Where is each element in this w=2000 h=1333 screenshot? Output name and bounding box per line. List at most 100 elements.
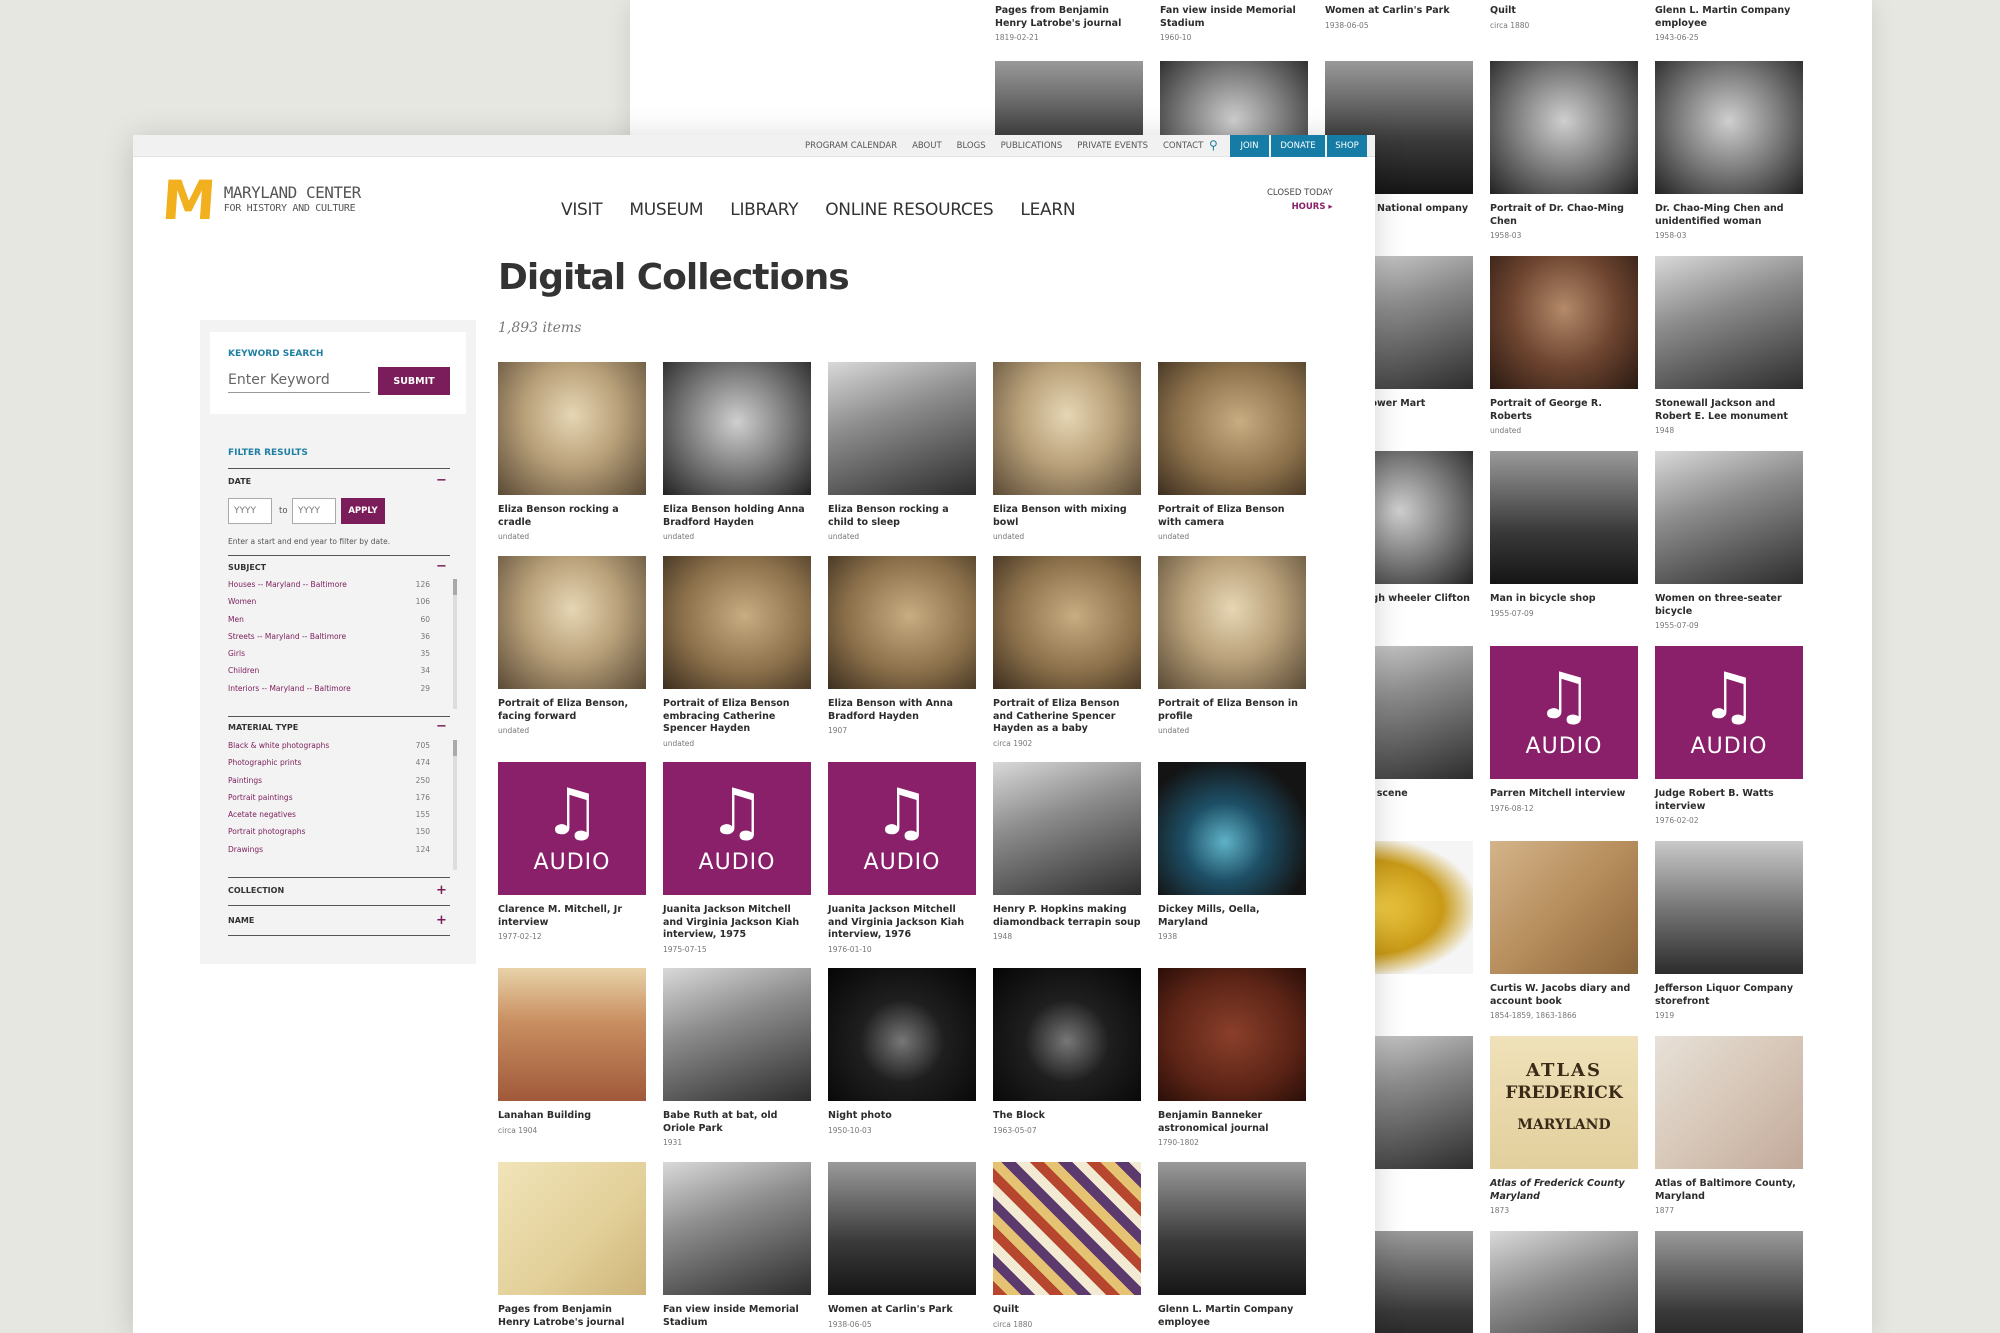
collection-item[interactable]: Babe Ruth at bat, old Oriole Park 1931 [663, 968, 811, 1147]
audio-thumbnail[interactable]: ♫ AUDIO [663, 762, 811, 895]
collection-item[interactable]: ♫ AUDIO Parren Mitchell interview 1976-0… [1490, 646, 1638, 813]
item-thumbnail[interactable] [828, 1162, 976, 1295]
collection-item[interactable]: Jefferson Liquor Company storefront 1919 [1655, 841, 1803, 1020]
item-title[interactable]: Quilt [993, 1304, 1141, 1317]
item-title[interactable]: Quilt [1490, 5, 1638, 18]
hours-link[interactable]: HOURS ▸ [1267, 202, 1333, 212]
collection-item[interactable]: Eliza Benson rocking a child to sleep un… [828, 362, 976, 541]
collection-item[interactable]: ♫ AUDIO Judge Robert B. Watts interview … [1655, 646, 1803, 825]
audio-thumbnail[interactable]: ♫ AUDIO [498, 762, 646, 895]
item-title[interactable]: Fan view inside Memorial Stadium [663, 1304, 811, 1329]
collection-item[interactable]: Eliza Benson holding Anna Bradford Hayde… [663, 362, 811, 541]
search-icon[interactable]: ⚲ [1209, 138, 1218, 152]
item-title[interactable]: Portrait of George R. Roberts [1490, 398, 1638, 423]
item-title[interactable]: Portrait of Eliza Benson and Catherine S… [993, 698, 1141, 736]
collection-item[interactable]: Portrait of Eliza Benson with camera und… [1158, 362, 1306, 541]
item-thumbnail[interactable] [1490, 451, 1638, 584]
nav-blogs[interactable]: BLOGS [957, 141, 986, 151]
item-title[interactable]: Portrait of Eliza Benson embracing Cathe… [663, 698, 811, 736]
item-title[interactable]: Stonewall Jackson and Robert E. Lee monu… [1655, 398, 1803, 423]
item-title[interactable]: Eliza Benson rocking a child to sleep [828, 504, 976, 529]
facet-item[interactable]: Streets -- Maryland -- Baltimore 36 [228, 631, 430, 648]
item-title[interactable]: Atlas of Frederick County Maryland [1490, 1178, 1638, 1203]
item-title[interactable]: Clarence M. Mitchell, Jr interview [498, 904, 646, 929]
item-thumbnail[interactable] [1158, 762, 1306, 895]
item-thumbnail[interactable] [1655, 451, 1803, 584]
collection-item[interactable]: Curtis W. Jacobs diary and account book … [1490, 841, 1638, 1020]
material-type-scrollbar[interactable] [453, 740, 457, 870]
item-thumbnail[interactable] [498, 968, 646, 1101]
facet-item[interactable]: Portrait photographs 150 [228, 826, 430, 843]
shop-button[interactable]: SHOP [1327, 135, 1367, 157]
nav-library[interactable]: LIBRARY [730, 200, 798, 220]
collection-item[interactable]: Eliza Benson with mixing bowl undated [993, 362, 1141, 541]
collection-item[interactable]: ♫ AUDIO Juanita Jackson Mitchell and Vir… [828, 762, 976, 954]
facet-item[interactable]: Photographic prints 474 [228, 757, 430, 774]
collection-item[interactable]: Portrait of George R. Roberts undated [1490, 256, 1638, 435]
item-title[interactable]: Dr. Chao-Ming Chen and unidentified woma… [1655, 203, 1803, 228]
item-thumbnail[interactable] [1655, 256, 1803, 389]
facet-item[interactable]: Acetate negatives 155 [228, 809, 430, 826]
name-expand-toggle[interactable]: + [436, 914, 447, 927]
site-logo[interactable]: M MARYLAND CENTER FOR HISTORY AND CULTUR… [160, 169, 361, 232]
collection-item[interactable]: Night photo 1950-10-03 [828, 968, 976, 1135]
item-title[interactable]: Women on three-seater bicycle [1655, 593, 1803, 618]
item-thumbnail[interactable] [1158, 968, 1306, 1101]
collection-item[interactable] [1490, 1231, 1638, 1333]
item-title[interactable]: Portrait of Eliza Benson with camera [1158, 504, 1306, 529]
item-thumbnail[interactable] [663, 362, 811, 495]
nav-contact[interactable]: CONTACT [1163, 141, 1203, 151]
collection-item[interactable]: Pages from Benjamin Henry Latrobe's jour… [498, 1162, 646, 1332]
nav-private-events[interactable]: PRIVATE EVENTS [1077, 141, 1148, 151]
collection-item[interactable]: Women at Carlin's Park 1938-06-05 [1325, 0, 1473, 30]
collection-item[interactable]: Pages from Benjamin Henry Latrobe's jour… [995, 0, 1143, 42]
nav-online-resources[interactable]: ONLINE RESOURCES [825, 200, 993, 220]
collection-item[interactable]: Atlas of Baltimore County, Maryland 1877 [1655, 1036, 1803, 1215]
collection-item[interactable]: Dickey Mills, Oella, Maryland 1938 [1158, 762, 1306, 941]
facet-item[interactable]: Girls 35 [228, 648, 430, 665]
item-title[interactable]: Curtis W. Jacobs diary and account book [1490, 983, 1638, 1008]
item-thumbnail[interactable] [1655, 1036, 1803, 1169]
collection-item[interactable]: Women at Carlin's Park 1938-06-05 [828, 1162, 976, 1329]
facet-item[interactable]: Children 34 [228, 665, 430, 682]
item-title[interactable]: Women at Carlin's Park [1325, 5, 1473, 18]
collection-item[interactable]: Women on three-seater bicycle 1955-07-09 [1655, 451, 1803, 630]
item-title[interactable]: Portrait of Dr. Chao-Ming Chen [1490, 203, 1638, 228]
subject-collapse-toggle[interactable]: − [436, 560, 447, 573]
item-thumbnail[interactable] [1490, 61, 1638, 194]
collection-item[interactable]: Eliza Benson rocking a cradle undated [498, 362, 646, 541]
item-thumbnail[interactable] [1490, 256, 1638, 389]
scrollbar-thumb[interactable] [453, 579, 457, 595]
collection-item[interactable]: Portrait of Eliza Benson and Catherine S… [993, 556, 1141, 748]
collection-expand-toggle[interactable]: + [436, 884, 447, 897]
donate-button[interactable]: DONATE [1271, 135, 1325, 157]
collection-item[interactable]: Glenn L. Martin Company employee [1158, 1162, 1306, 1332]
item-title[interactable]: Man in bicycle shop [1490, 593, 1638, 606]
collection-item[interactable]: Fan view inside Memorial Stadium 1960-10 [1160, 0, 1308, 42]
nav-learn[interactable]: LEARN [1020, 200, 1075, 220]
item-thumbnail[interactable] [1490, 841, 1638, 974]
nav-museum[interactable]: MUSEUM [629, 200, 703, 220]
end-year-input[interactable]: YYYY [292, 498, 336, 524]
item-title[interactable]: Portrait of Eliza Benson, facing forward [498, 698, 646, 723]
facet-item[interactable]: Portrait paintings 176 [228, 792, 430, 809]
item-title[interactable]: Pages from Benjamin Henry Latrobe's jour… [995, 5, 1143, 30]
facet-item[interactable]: Interiors -- Maryland -- Baltimore 29 [228, 683, 430, 700]
item-thumbnail[interactable] [1158, 362, 1306, 495]
facet-item[interactable]: Houses -- Maryland -- Baltimore 126 [228, 579, 430, 596]
item-thumbnail[interactable] [828, 362, 976, 495]
collection-item[interactable]: Eliza Benson with Anna Bradford Hayden 1… [828, 556, 976, 735]
item-thumbnail[interactable] [993, 362, 1141, 495]
collection-item[interactable]: ♫ AUDIO Clarence M. Mitchell, Jr intervi… [498, 762, 646, 941]
facet-item[interactable]: Drawings 124 [228, 844, 430, 861]
item-thumbnail[interactable] [498, 362, 646, 495]
item-title[interactable]: Night photo [828, 1110, 976, 1123]
collection-item[interactable]: Stonewall Jackson and Robert E. Lee monu… [1655, 256, 1803, 435]
item-title[interactable]: Dickey Mills, Oella, Maryland [1158, 904, 1306, 929]
item-thumbnail[interactable] [498, 556, 646, 689]
collection-item[interactable]: Portrait of Eliza Benson in profile unda… [1158, 556, 1306, 735]
item-title[interactable]: Eliza Benson with Anna Bradford Hayden [828, 698, 976, 723]
item-thumbnail[interactable] [1490, 1231, 1638, 1333]
item-title[interactable]: Benjamin Banneker astronomical journal [1158, 1110, 1306, 1135]
item-title[interactable]: Women at Carlin's Park [828, 1304, 976, 1317]
